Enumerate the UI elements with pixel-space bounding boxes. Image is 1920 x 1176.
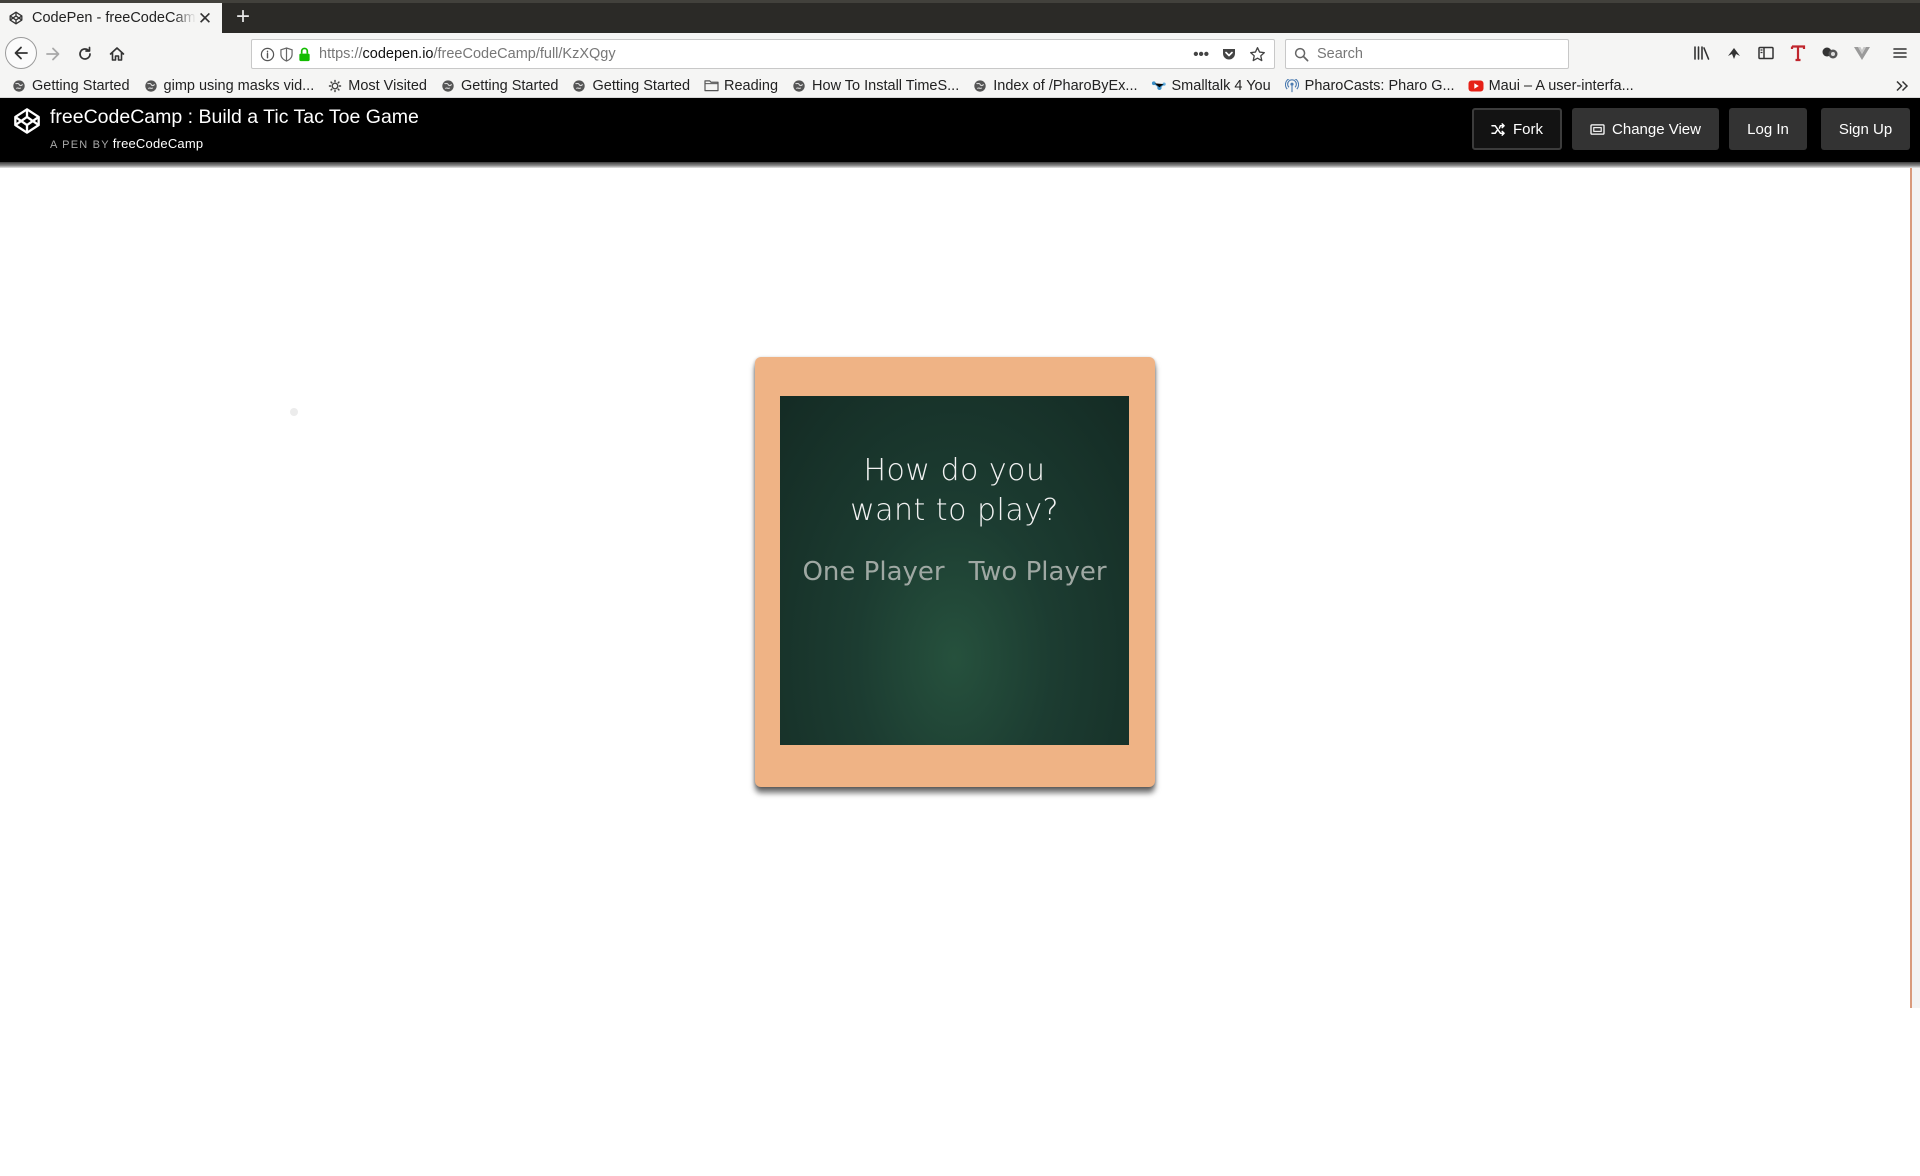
bookmark-label: Maui – A user-interfa... — [1488, 77, 1634, 94]
bookmark-item[interactable]: gimp using masks vid... — [143, 77, 315, 94]
globe-icon — [440, 78, 456, 94]
url-text[interactable]: https://codepen.io/freeCodeCamp/full/KzX… — [319, 46, 1193, 62]
bookmark-label: Reading — [724, 77, 779, 94]
home-button[interactable] — [103, 40, 131, 68]
author-link[interactable]: freeCodeCamp — [113, 136, 204, 151]
sidebar-icon[interactable] — [1754, 40, 1778, 66]
chalkboard-frame: How do you want to play? One Player Two … — [755, 357, 1155, 787]
library-icon[interactable] — [1690, 40, 1714, 66]
bookmark-item[interactable]: Getting Started — [571, 78, 690, 94]
globe-icon — [11, 78, 27, 94]
byline-prefix: A PEN BY — [50, 139, 110, 151]
new-tab-icon[interactable]: + — [230, 5, 256, 31]
change-view-label: Change View — [1612, 120, 1701, 138]
codepen-logo-icon[interactable] — [13, 107, 41, 135]
bookmark-label: Index of /PharoByEx... — [993, 77, 1138, 94]
sign-up-button[interactable]: Sign Up — [1821, 108, 1910, 150]
secure-lock-icon[interactable] — [298, 47, 311, 62]
url-path: /freeCodeCamp/full/KzXQgy — [433, 46, 616, 62]
bookmark-label: Most Visited — [348, 77, 427, 94]
pocket-icon[interactable] — [1221, 46, 1237, 62]
forward-button[interactable] — [39, 40, 67, 68]
bookmark-item[interactable]: Maui – A user-interfa... — [1468, 78, 1634, 94]
back-button[interactable] — [5, 37, 37, 69]
url-host: codepen.io — [362, 46, 434, 62]
page-scrollbar[interactable] — [1910, 168, 1920, 1008]
bookmark-item[interactable]: Most Visited — [327, 78, 427, 94]
question-line: want to play? — [850, 493, 1059, 528]
bookmark-label: Getting Started — [32, 77, 130, 94]
network-icon — [1151, 78, 1167, 94]
bookmark-label: PharoCasts: Pharo G... — [1304, 77, 1455, 94]
globe-icon — [972, 78, 988, 94]
youtube-icon — [1468, 78, 1484, 94]
navigation-toolbar: https://codepen.io/freeCodeCamp/full/KzX… — [0, 33, 1920, 74]
bookmark-item[interactable]: How To Install TimeS... — [791, 78, 959, 94]
podcast-icon — [1284, 78, 1300, 94]
address-bar[interactable]: https://codepen.io/freeCodeCamp/full/KzX… — [251, 39, 1275, 69]
tracking-shield-icon[interactable] — [280, 46, 293, 62]
globe-icon — [791, 78, 807, 94]
one-player-button[interactable]: One Player — [802, 557, 944, 587]
bookmark-item[interactable]: Index of /PharoByEx... — [972, 77, 1138, 94]
bookmark-item[interactable]: Smalltalk 4 You — [1151, 78, 1271, 94]
reload-button[interactable] — [71, 40, 99, 68]
search-icon — [1294, 47, 1309, 61]
bookmark-folder[interactable]: Reading — [703, 78, 778, 94]
codepen-header: freeCodeCamp : Build a Tic Tac Toe Game … — [0, 98, 1920, 162]
two-player-button[interactable]: Two Player — [969, 557, 1107, 587]
screenshot-icon[interactable] — [1722, 40, 1746, 66]
search-input[interactable] — [1317, 46, 1557, 62]
codepen-favicon-icon — [8, 10, 24, 26]
fork-button[interactable]: Fork — [1472, 108, 1562, 150]
info-icon[interactable] — [260, 47, 275, 62]
faint-dot — [290, 408, 298, 416]
fork-label: Fork — [1513, 120, 1543, 138]
tab-strip-edge — [0, 0, 1920, 3]
reload-icon — [79, 46, 91, 60]
forward-arrow-icon — [46, 47, 60, 61]
layout-icon — [1590, 123, 1605, 136]
pen-title: freeCodeCamp : Build a Tic Tac Toe Game — [50, 106, 419, 128]
bookmark-label: How To Install TimeS... — [812, 77, 960, 94]
bookmark-item[interactable]: PharoCasts: Pharo G... — [1284, 78, 1455, 94]
play-mode-question: How do you want to play? — [780, 451, 1129, 531]
translate-extension-icon[interactable] — [1786, 40, 1810, 66]
back-arrow-icon — [14, 46, 28, 60]
bookmarks-toolbar: Getting Started gimp using masks vid... … — [0, 74, 1920, 98]
bookmark-label: Getting Started — [592, 77, 691, 94]
home-icon — [109, 47, 125, 61]
header-shadow — [0, 162, 1920, 168]
change-view-button[interactable]: Change View — [1572, 108, 1719, 150]
tab-title: CodePen - freeCodeCamp : Build a Tic Tac… — [32, 10, 196, 26]
folder-icon — [703, 78, 719, 94]
browser-tab[interactable]: CodePen - freeCodeCamp : Build a Tic Tac… — [0, 3, 222, 33]
bookmark-item[interactable]: Getting Started — [440, 77, 559, 94]
bookmark-label: Smalltalk 4 You — [1171, 77, 1271, 94]
search-bar[interactable] — [1285, 39, 1569, 69]
bookmark-label: Getting Started — [460, 77, 559, 94]
fork-icon — [1491, 122, 1506, 136]
url-scheme: https:// — [319, 46, 363, 62]
chalkboard: How do you want to play? One Player Two … — [780, 396, 1129, 745]
bookmark-label: gimp using masks vid... — [163, 77, 315, 94]
tab-strip: CodePen - freeCodeCamp : Build a Tic Tac… — [0, 0, 1920, 33]
pen-byline: A PEN BY freeCodeCamp — [50, 136, 203, 151]
bookmark-item[interactable]: Getting Started — [11, 78, 130, 94]
menu-icon[interactable] — [1888, 40, 1912, 66]
bookmarks-overflow-icon[interactable] — [1892, 76, 1912, 96]
globe-icon — [143, 78, 159, 94]
question-line: How do you — [863, 453, 1046, 488]
gear-icon — [327, 78, 343, 94]
page-actions-icon[interactable]: ••• — [1193, 46, 1209, 63]
log-in-button[interactable]: Log In — [1729, 108, 1807, 150]
vue-devtools-icon[interactable] — [1850, 40, 1874, 66]
globe-icon — [571, 78, 587, 94]
tab-close-icon[interactable]: ✕ — [196, 9, 214, 27]
bookmark-star-icon[interactable] — [1249, 46, 1266, 63]
extension-icon[interactable] — [1818, 40, 1842, 66]
mode-options: One Player Two Player — [780, 557, 1129, 587]
